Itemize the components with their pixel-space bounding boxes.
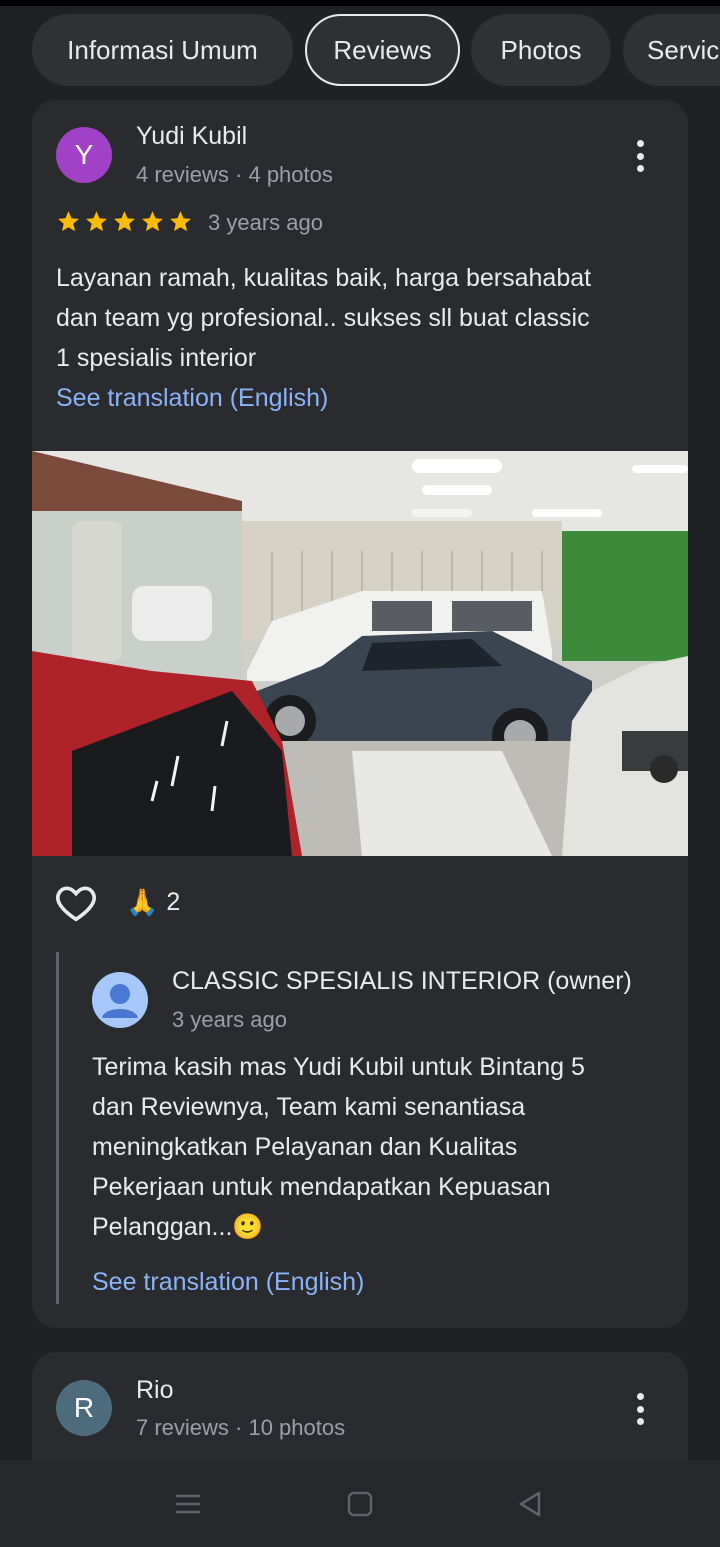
star-icon [58, 211, 79, 232]
reply-divider [56, 952, 59, 1304]
more-vert-icon[interactable] [630, 136, 650, 176]
star-icon [142, 211, 163, 232]
tab-reviews[interactable]: Reviews [305, 14, 460, 86]
star-icon [86, 211, 107, 232]
review-time: 3 years ago [208, 210, 323, 235]
star-icon [170, 211, 191, 232]
review-photo[interactable] [32, 451, 688, 856]
reply-text-line: Pekerjaan untuk mendapatkan Kepuasan [92, 1173, 551, 1201]
review-text-line: Layanan ramah, kualitas baik, harga bers… [56, 264, 592, 292]
tab-label: Reviews [333, 34, 432, 65]
reviewer-name[interactable]: Yudi Kubil [136, 122, 247, 151]
heart-outline-icon[interactable] [54, 882, 98, 922]
review-text-line: 1 spesialis interior [56, 344, 257, 372]
reply-time: 3 years ago [172, 1007, 287, 1032]
back-triangle-icon[interactable] [516, 1490, 544, 1518]
reply-text-line: Terima kasih mas Yudi Kubil untuk Bintan… [92, 1053, 585, 1081]
owner-name: CLASSIC SPESIALIS INTERIOR (owner) [172, 967, 632, 995]
reply-text-line: meningkatkan Pelayanan dan Kualitas [92, 1133, 518, 1161]
see-translation-link[interactable]: See translation (English) [92, 1268, 364, 1297]
more-vert-icon[interactable] [630, 1389, 650, 1429]
review-text: Layanan ramah, kualitas baik, harga bers… [56, 258, 591, 378]
tab-services[interactable]: Servic [623, 14, 720, 86]
reviewer-meta: 7 reviews · 10 photos [136, 1415, 346, 1440]
review-text-line: dan team yg profesional.. sukses sll bua… [56, 304, 590, 332]
reviewer-avatar[interactable]: Y [56, 127, 112, 183]
reviewer-meta: 4 reviews · 4 photos [136, 162, 333, 187]
status-strip [0, 0, 720, 6]
reaction-bar: 🙏 2 [54, 882, 180, 922]
reply-text: Terima kasih mas Yudi Kubil untuk Bintan… [92, 1047, 585, 1247]
star-icon [114, 211, 135, 232]
avatar-letter: Y [74, 139, 94, 170]
tab-bar: Informasi Umum Reviews Photos Servic [32, 14, 720, 86]
reviewer-name[interactable]: Rio [136, 1376, 174, 1405]
reply-text-line: Pelanggan...🙂 [92, 1213, 264, 1241]
person-avatar-icon [92, 972, 148, 1028]
reply-text-line: dan Reviewnya, Team kami senantiasa [92, 1093, 526, 1121]
tab-label: Informasi Umum [67, 34, 258, 65]
reaction-count: 2 [166, 887, 181, 916]
avatar-letter: R [73, 1392, 95, 1423]
reviewer-avatar[interactable]: R [56, 1380, 112, 1436]
tab-photos[interactable]: Photos [471, 14, 611, 86]
tab-label: Photos [500, 34, 582, 65]
rating-stars [56, 209, 193, 234]
tab-label: Servic [647, 34, 720, 65]
system-nav-bar [0, 1460, 720, 1547]
tab-informasi-umum[interactable]: Informasi Umum [32, 14, 293, 86]
review-card: Y Yudi Kubil 4 reviews · 4 photos 3 year… [32, 100, 688, 1328]
car-workshop-photo [32, 451, 688, 856]
menu-icon[interactable] [174, 1490, 202, 1518]
see-translation-link[interactable]: See translation (English) [56, 384, 328, 413]
home-square-icon[interactable] [346, 1490, 374, 1518]
prayer-reaction[interactable]: 🙏 [126, 887, 158, 918]
